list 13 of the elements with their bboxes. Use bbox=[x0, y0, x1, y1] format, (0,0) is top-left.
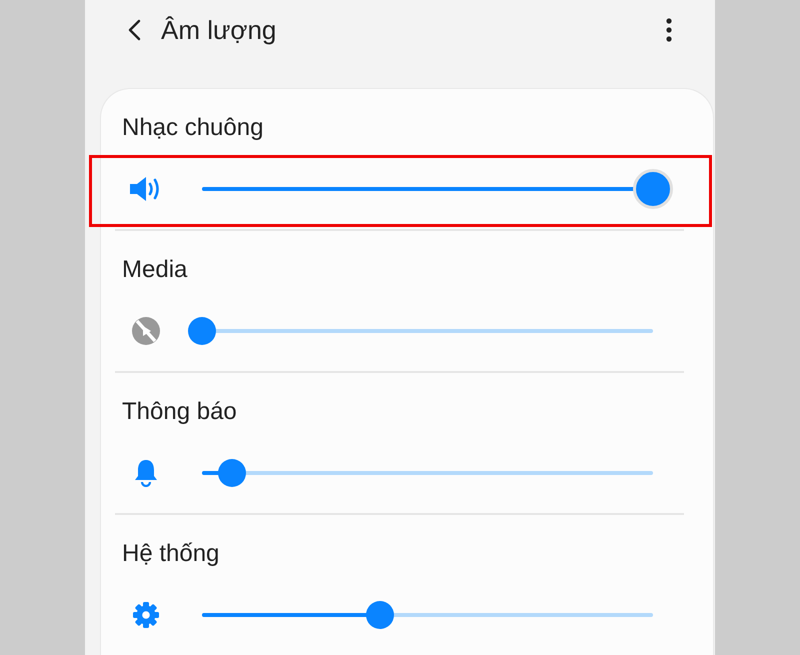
bell-icon[interactable] bbox=[133, 459, 159, 487]
slider-thumb[interactable] bbox=[218, 459, 246, 487]
channel-label: Thông báo bbox=[121, 397, 238, 427]
slider-thumb[interactable] bbox=[188, 317, 216, 345]
page-title: Âm lượng bbox=[161, 14, 278, 46]
slider-thumb[interactable] bbox=[366, 601, 394, 629]
channel-label: Media bbox=[121, 255, 188, 285]
muted-media-icon[interactable] bbox=[131, 316, 161, 346]
slider-thumb[interactable] bbox=[633, 169, 673, 209]
channel-label: Nhạc chuông bbox=[121, 113, 264, 143]
channel-label: Hệ thống bbox=[121, 539, 220, 569]
menu-icon[interactable] bbox=[665, 17, 673, 43]
settings-icon[interactable] bbox=[132, 601, 160, 629]
